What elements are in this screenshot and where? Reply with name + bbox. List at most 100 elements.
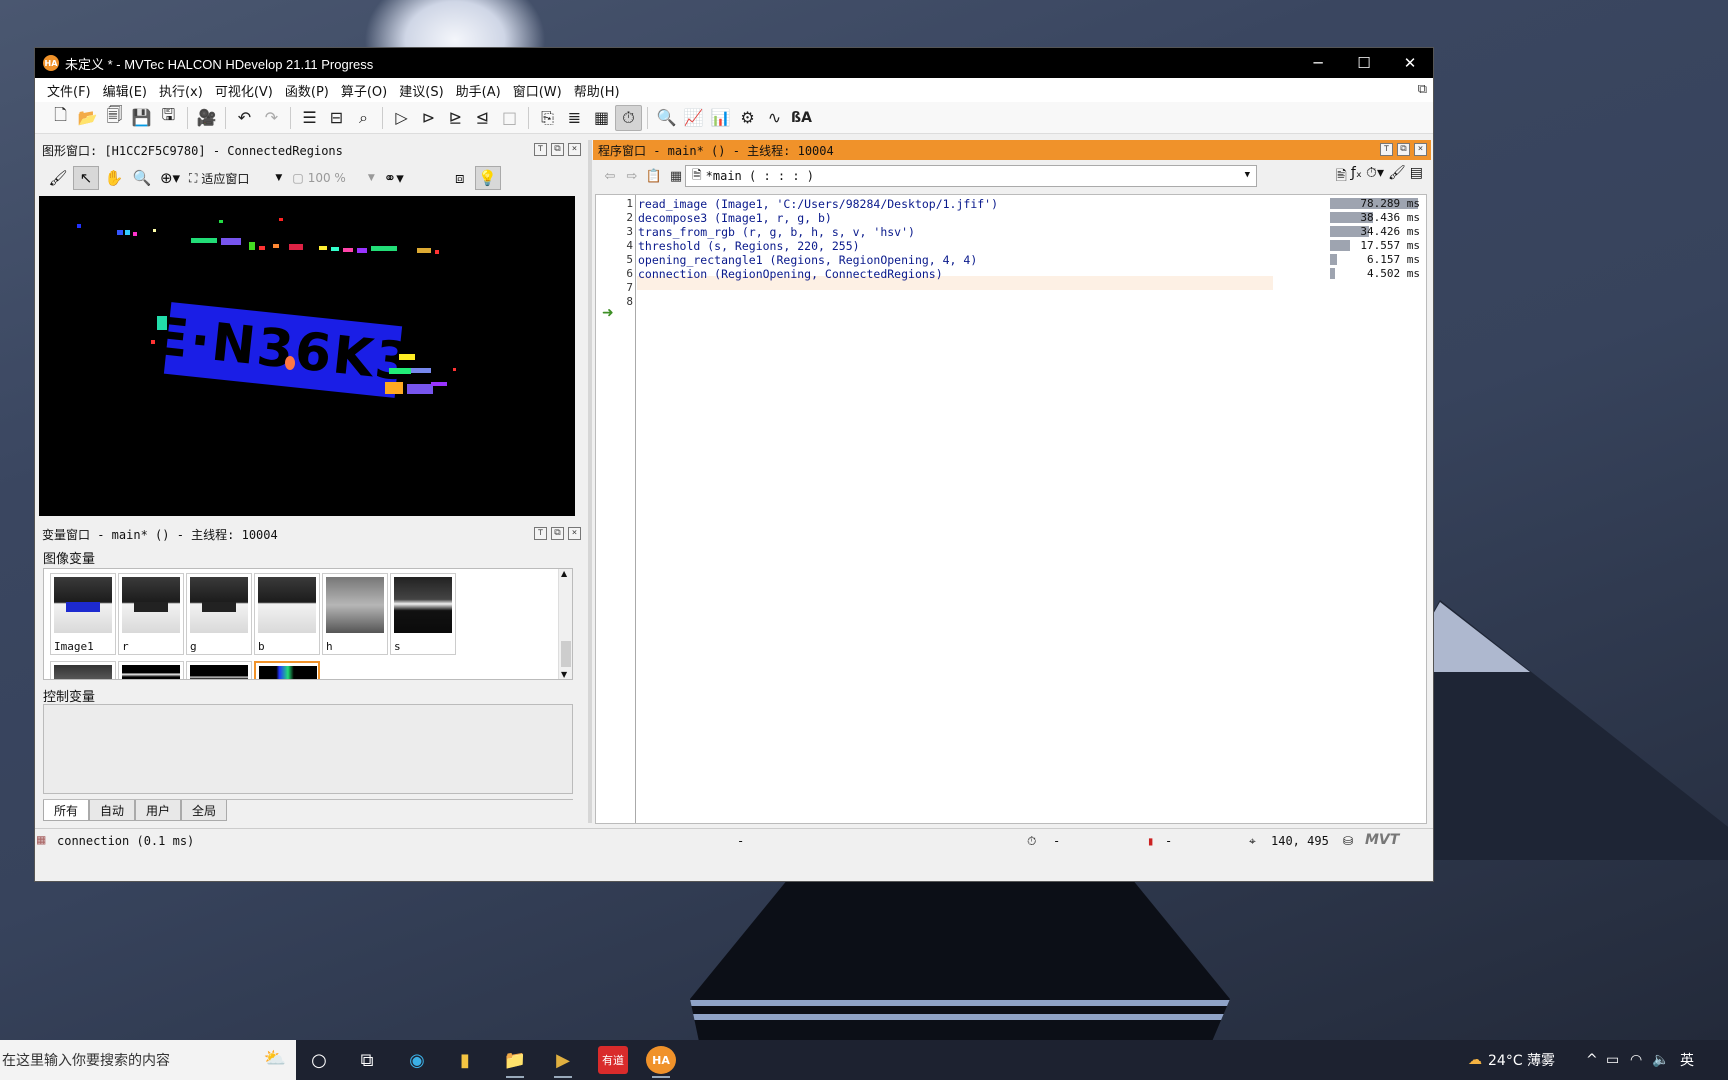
program-listing-icon[interactable]: ≣ <box>561 105 588 131</box>
ime-indicator[interactable]: 英 <box>1680 1040 1694 1080</box>
menu-window[interactable]: 窗口(W) <box>507 81 568 100</box>
menu-visualization[interactable]: 可视化(V) <box>209 81 279 100</box>
tab-global[interactable]: 全局 <box>181 800 228 821</box>
battery-icon[interactable]: ▭ <box>1606 1040 1619 1080</box>
image-var-thumbnail[interactable]: g <box>186 573 252 655</box>
fit-window-dropdown[interactable]: ⛶ 适应窗口 ▼ <box>185 167 286 189</box>
title-bar[interactable]: HA 未定义 * - MVTec HALCON HDevelop 21.11 P… <box>35 48 1433 78</box>
scroll-thumb[interactable] <box>561 641 571 667</box>
code-line[interactable]: threshold (s, Regions, 220, 255) <box>638 239 860 253</box>
insert-program-line-icon[interactable]: ☰ <box>296 105 323 131</box>
scroll-up-icon[interactable]: ▲ <box>561 569 567 578</box>
clear-brush-icon[interactable]: 🖌 <box>45 166 71 190</box>
pan-hand-icon[interactable]: ✋ <box>101 166 127 190</box>
float-icon[interactable]: ⧉ <box>551 527 564 540</box>
camera-icon[interactable]: 🎥 <box>193 105 220 131</box>
pin-icon[interactable]: ⊤ <box>1380 143 1393 156</box>
save-all-icon[interactable]: 🖫 <box>155 105 182 131</box>
zoom-window-icon[interactable]: 🔍 <box>653 105 680 131</box>
panel-close-icon[interactable]: × <box>568 143 581 156</box>
line-number-gutter[interactable]: 1 2 3 4 5 6 7 8 ➜ <box>596 195 636 823</box>
graphics-canvas[interactable]: E·N36K3 <box>39 196 575 516</box>
image-var-thumbnail[interactable]: Image1 <box>50 573 116 655</box>
code-line[interactable]: connection (RegionOpening, ConnectedRegi… <box>638 267 943 281</box>
image-vars-scrollbar[interactable]: ▲ ▼ <box>558 569 572 679</box>
image-var-thumbnail[interactable]: s <box>390 573 456 655</box>
feature-histogram-icon[interactable]: 📊 <box>707 105 734 131</box>
line-profile-icon[interactable]: ∿ <box>761 105 788 131</box>
assistant-icon[interactable]: ▦ <box>588 105 615 131</box>
ocr-icon[interactable]: ßA <box>788 105 815 131</box>
taskbar-search[interactable]: 在这里输入你要搜索的内容 ⛅ <box>0 1040 296 1080</box>
program-editor[interactable]: 1 2 3 4 5 6 7 8 ➜ read_image (Image1, 'C… <box>595 194 1427 824</box>
image-var-thumbnail[interactable] <box>118 661 184 679</box>
reset-program-icon[interactable]: ⎘ <box>534 105 561 131</box>
menu-assistants[interactable]: 助手(A) <box>450 81 507 100</box>
task-view-icon[interactable]: ⧉ <box>352 1046 382 1074</box>
image-var-thumbnail-selected[interactable] <box>254 661 320 679</box>
image-var-thumbnail[interactable]: h <box>322 573 388 655</box>
tab-auto[interactable]: 自动 <box>89 800 136 821</box>
step-out-icon[interactable]: ⊴ <box>469 105 496 131</box>
gray-histogram-icon[interactable]: 📈 <box>680 105 707 131</box>
menu-edit[interactable]: 编辑(E) <box>97 81 153 100</box>
save-icon[interactable]: 💾 <box>128 105 155 131</box>
cortana-icon[interactable]: ○ <box>304 1046 334 1074</box>
weather-widget-icon[interactable]: ⛅ <box>264 1048 286 1069</box>
feature-inspection-icon[interactable]: ⚙ <box>734 105 761 131</box>
redo-icon[interactable]: ↷ <box>258 105 285 131</box>
layers-icon[interactable]: ⧈ <box>447 166 473 190</box>
code-line[interactable]: decompose3 (Image1, r, g, b) <box>638 211 832 225</box>
panel-splitter[interactable] <box>588 140 592 823</box>
menu-file[interactable]: 文件(F) <box>41 81 97 100</box>
brush-icon[interactable]: 🖌 <box>1388 165 1406 189</box>
procedure-grid-icon[interactable]: ▦ <box>665 165 687 187</box>
zoom-icon[interactable]: 🔍 <box>129 166 155 190</box>
step-over-icon[interactable]: ⊳ <box>415 105 442 131</box>
lightbulb-icon[interactable]: 💡 <box>474 166 501 190</box>
sticky-notes-icon[interactable]: ▮ <box>450 1046 480 1074</box>
tab-all[interactable]: 所有 <box>43 800 90 821</box>
pin-icon[interactable]: ⊤ <box>534 527 547 540</box>
draw-settings-icon[interactable]: ⚭▾ <box>381 166 407 190</box>
tray-weather[interactable]: ☁ 24°C 薄雾 <box>1468 1040 1555 1080</box>
code-line[interactable]: opening_rectangle1 (Regions, RegionOpeni… <box>638 253 977 267</box>
menu-procedures[interactable]: 函数(P) <box>279 81 335 100</box>
pin-icon[interactable]: ⊤ <box>534 143 547 156</box>
forward-icon[interactable]: ⇨ <box>621 165 643 187</box>
halcon-taskbar-icon[interactable]: HA <box>646 1046 676 1078</box>
panel-close-icon[interactable]: × <box>568 527 581 540</box>
image-var-thumbnail[interactable]: b <box>254 573 320 655</box>
back-icon[interactable]: ⇦ <box>599 165 621 187</box>
youdao-dict-icon[interactable]: 有道 <box>598 1046 628 1074</box>
run-icon[interactable]: ▷ <box>388 105 415 131</box>
menu-suggestions[interactable]: 建议(S) <box>393 81 449 100</box>
procedure-select[interactable]: 🗎 *main ( : : : ) ▼ <box>685 165 1257 187</box>
function-icon[interactable]: ƒₓ <box>1351 165 1362 189</box>
network-icon[interactable]: ◠ <box>1630 1040 1642 1080</box>
menu-execute[interactable]: 执行(x) <box>153 81 209 100</box>
media-player-icon[interactable]: ▶ <box>548 1046 578 1078</box>
image-var-thumbnail[interactable]: r <box>118 573 184 655</box>
undo-icon[interactable]: ↶ <box>231 105 258 131</box>
close-button[interactable]: ✕ <box>1387 48 1433 78</box>
open-file-icon[interactable]: 📂 <box>74 105 101 131</box>
code-line[interactable]: trans_from_rgb (r, g, b, h, s, v, 'hsv') <box>638 225 915 239</box>
step-into-icon[interactable]: ⊵ <box>442 105 469 131</box>
stop-icon[interactable]: □ <box>496 105 523 131</box>
new-file-icon[interactable]: 🗋 <box>47 105 74 131</box>
screenshot-icon[interactable]: ⧉ <box>1418 82 1427 97</box>
panel-close-icon[interactable]: × <box>1414 143 1427 156</box>
image-var-thumbnail[interactable] <box>186 661 252 679</box>
zoom-percent-dropdown[interactable]: ▢ 100 % ▼ <box>288 167 378 189</box>
float-icon[interactable]: ⧉ <box>1397 143 1410 156</box>
edit-procedure-icon[interactable]: 🖹 <box>1336 165 1347 189</box>
file-explorer-icon[interactable]: 📁 <box>500 1046 530 1078</box>
volume-icon[interactable]: 🔈 <box>1652 1040 1669 1080</box>
delete-program-line-icon[interactable]: ⊟ <box>323 105 350 131</box>
clipboard-icon[interactable]: 📋 <box>643 165 665 187</box>
edge-icon[interactable]: ◉ <box>402 1046 432 1074</box>
tab-user[interactable]: 用户 <box>135 800 182 821</box>
menu-help[interactable]: 帮助(H) <box>568 81 626 100</box>
zoom-in-icon[interactable]: ⊕▾ <box>157 166 183 190</box>
